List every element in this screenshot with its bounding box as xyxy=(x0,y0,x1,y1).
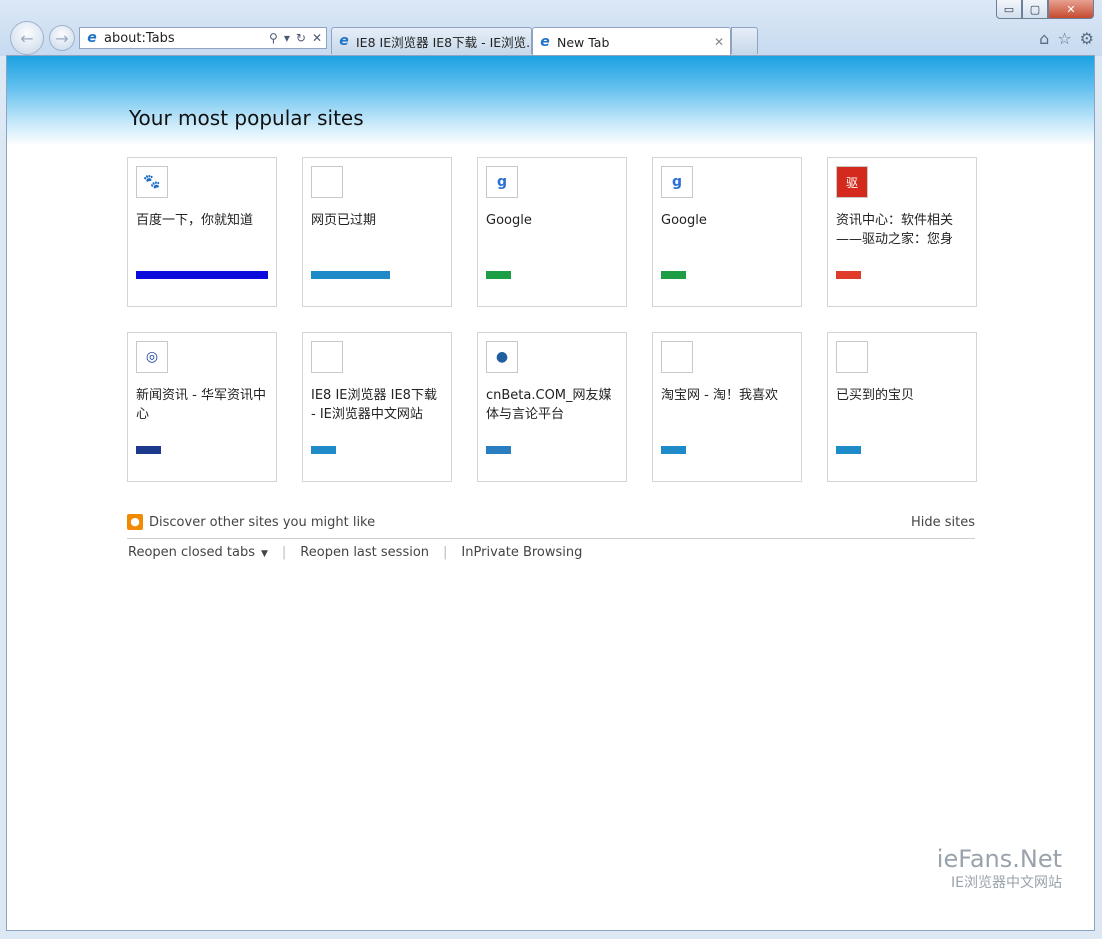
watermark: ieFans.Net IE浏览器中文网站 xyxy=(937,846,1062,892)
session-links: Reopen closed tabs ▼ | Reopen last sessio… xyxy=(128,545,582,560)
site-tile[interactable]: 已买到的宝贝 xyxy=(827,332,977,482)
popularity-bar xyxy=(136,446,161,454)
site-tile-title: IE8 IE浏览器 IE8下载 - IE浏览器中文网站 xyxy=(311,388,437,422)
window-controls: ▭ ▢ ✕ xyxy=(996,0,1094,19)
reopen-closed-tabs-label: Reopen closed tabs xyxy=(128,545,255,560)
arrow-right-icon: → xyxy=(55,28,69,48)
site-tile[interactable]: g Google xyxy=(652,157,802,307)
close-tab-icon[interactable]: ✕ xyxy=(714,35,724,49)
reopen-closed-tabs-link[interactable]: Reopen closed tabs ▼ xyxy=(128,545,268,560)
address-tools: ⚲ ▾ ↻ ✕ xyxy=(269,31,322,45)
popularity-bar xyxy=(136,271,268,279)
google-icon: g xyxy=(486,166,518,198)
chevron-down-icon: ▼ xyxy=(260,549,268,559)
separator: | xyxy=(443,545,448,560)
site-tile-title: Google xyxy=(486,213,532,228)
blank-page-icon xyxy=(311,166,343,198)
popularity-bar xyxy=(486,446,511,454)
browser-chrome: ▭ ▢ ✕ ← → e about:Tabs ⚲ ▾ ↻ ✕ e IE8 IE浏… xyxy=(0,0,1102,56)
gear-icon[interactable]: ⚙ xyxy=(1080,29,1094,48)
site-tile-title: 已买到的宝贝 xyxy=(836,388,915,403)
discover-link[interactable]: Discover other sites you might like xyxy=(149,515,375,530)
hide-sites-link[interactable]: Hide sites xyxy=(911,515,975,530)
watermark-title: ieFans.Net xyxy=(936,845,1062,873)
tab-new-tab[interactable]: e New Tab ✕ xyxy=(532,27,731,56)
ie-logo-icon: e xyxy=(87,30,97,46)
close-window-button[interactable]: ✕ xyxy=(1048,0,1094,19)
site-tile[interactable]: g Google xyxy=(477,157,627,307)
site-tile-title: 淘宝网 - 淘！我喜欢 xyxy=(661,388,778,403)
site-tile-title: 网页已过期 xyxy=(311,213,377,228)
popularity-bar xyxy=(311,446,336,454)
reopen-last-session-link[interactable]: Reopen last session xyxy=(300,545,429,560)
site-tile-title: 资讯中心：软件相关——驱动之家：您身边... xyxy=(836,213,954,247)
site-tile-title: Google xyxy=(661,213,707,228)
refresh-icon[interactable]: ↻ xyxy=(296,31,306,45)
site-tile-title: 百度一下，你就知道 xyxy=(136,213,254,228)
command-icons: ⌂ ☆ ⚙ xyxy=(1039,29,1094,48)
popularity-bar xyxy=(661,446,686,454)
site-tile-title: cnBeta.COM_网友媒体与言论平台 xyxy=(486,388,612,422)
tab-label: IE8 IE浏览器 IE8下载 - IE浏览... xyxy=(356,34,531,50)
watermark-subtitle: IE浏览器中文网站 xyxy=(951,875,1062,891)
home-icon[interactable]: ⌂ xyxy=(1039,29,1049,48)
site-tile[interactable]: 网页已过期 xyxy=(302,157,452,307)
newhua-icon: ◎ xyxy=(136,341,168,373)
site-tile[interactable]: ● cnBeta.COM_网友媒体与言论平台 xyxy=(477,332,627,482)
popularity-bar xyxy=(661,271,686,279)
mydrivers-icon: 驱 xyxy=(836,166,868,198)
new-tab-page: Your most popular sites 🐾 百度一下，你就知道 网页已过期 g… xyxy=(6,55,1095,931)
minimize-button[interactable]: ▭ xyxy=(996,0,1022,19)
favorites-star-icon[interactable]: ☆ xyxy=(1057,29,1071,48)
search-icon[interactable]: ⚲ xyxy=(269,31,278,45)
site-tile[interactable]: 🐾 百度一下，你就知道 xyxy=(127,157,277,307)
address-input[interactable]: about:Tabs xyxy=(104,31,269,46)
divider xyxy=(127,538,975,539)
page-title: Your most popular sites xyxy=(129,106,364,130)
site-tile[interactable]: IE8 IE浏览器 IE8下载 - IE浏览器中文网站 xyxy=(302,332,452,482)
popularity-bar xyxy=(836,446,861,454)
popularity-bar xyxy=(836,271,861,279)
site-tile[interactable]: 淘宝网 - 淘！我喜欢 xyxy=(652,332,802,482)
ie-logo-icon: e xyxy=(339,33,349,49)
new-tab-button[interactable] xyxy=(731,27,758,54)
site-tile[interactable]: 驱资讯中心：软件相关——驱动之家：您身边... xyxy=(827,157,977,307)
separator: | xyxy=(281,545,287,560)
ie-logo-icon: e xyxy=(540,34,550,50)
inprivate-browsing-link[interactable]: InPrivate Browsing xyxy=(461,545,582,560)
blank-page-icon xyxy=(311,341,343,373)
forward-button[interactable]: → xyxy=(49,25,75,51)
back-button[interactable]: ← xyxy=(10,21,44,55)
popularity-bar xyxy=(486,271,511,279)
address-bar[interactable]: e about:Tabs ⚲ ▾ ↻ ✕ xyxy=(79,27,327,49)
blank-page-icon xyxy=(836,341,868,373)
tab-ie8-site[interactable]: e IE8 IE浏览器 IE8下载 - IE浏览... xyxy=(331,27,532,54)
popularity-bar xyxy=(311,271,390,279)
stop-icon[interactable]: ✕ xyxy=(312,31,322,45)
cnbeta-icon: ● xyxy=(486,341,518,373)
blank-page-icon xyxy=(661,341,693,373)
header-banner xyxy=(7,56,1094,146)
maximize-button[interactable]: ▢ xyxy=(1022,0,1048,19)
baidu-paw-icon: 🐾 xyxy=(136,166,168,198)
site-tile[interactable]: ◎ 新闻资讯 - 华军资讯中心 xyxy=(127,332,277,482)
dropdown-arrow-icon[interactable]: ▾ xyxy=(284,31,290,45)
discover-row: ● Discover other sites you might like Hi… xyxy=(127,512,975,538)
google-icon: g xyxy=(661,166,693,198)
tab-label: New Tab xyxy=(557,34,610,50)
lightbulb-icon: ● xyxy=(127,514,143,530)
site-tile-title: 新闻资讯 - 华军资讯中心 xyxy=(136,388,266,422)
arrow-left-icon: ← xyxy=(20,28,34,48)
